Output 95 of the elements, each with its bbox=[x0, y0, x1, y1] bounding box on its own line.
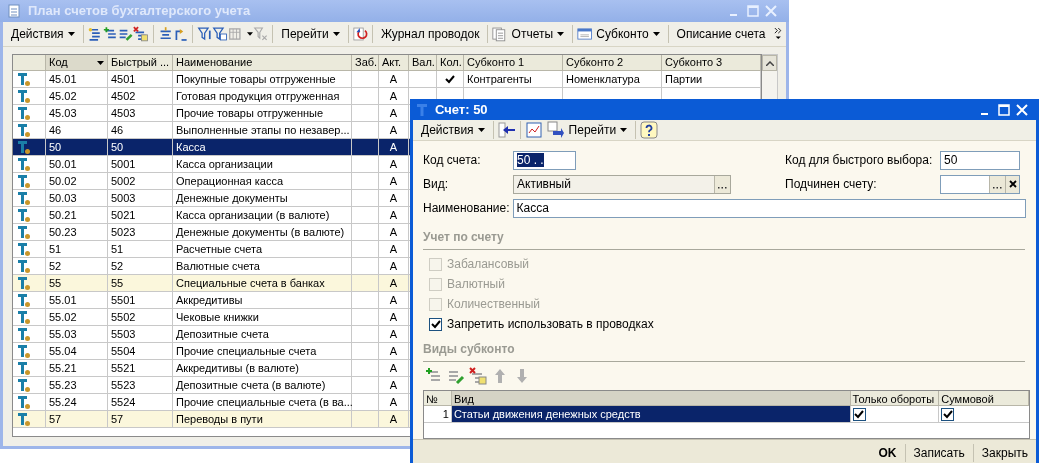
column-header[interactable]: Суммовой bbox=[939, 391, 1029, 406]
t-marker-icon bbox=[17, 292, 31, 308]
table-cell: А bbox=[379, 411, 409, 428]
t-marker-icon bbox=[417, 103, 427, 116]
field-label: Подчинен счету: bbox=[785, 176, 878, 193]
toolbar-menu-button[interactable]: Субконто bbox=[592, 24, 664, 44]
funnel-icon[interactable] bbox=[197, 25, 213, 43]
caret-icon bbox=[477, 128, 485, 132]
table-row[interactable]: 45.01 4501 Покупные товары отгруженные А Контрагенты Номенклатура Партии bbox=[13, 71, 761, 88]
caret-icon bbox=[557, 32, 565, 36]
column-header[interactable]: Субконто 2 bbox=[563, 55, 662, 71]
section-title: Учет по счету bbox=[423, 230, 504, 244]
ellipsis-icon[interactable] bbox=[993, 186, 1002, 189]
column-header[interactable]: Вал. bbox=[409, 55, 437, 71]
dialog-button[interactable]: Закрыть bbox=[973, 441, 1036, 463]
t-marker-icon bbox=[17, 309, 31, 325]
table-cell: 57 bbox=[46, 411, 108, 428]
dialog-button[interactable]: Записать bbox=[905, 441, 973, 463]
funnel-icon[interactable] bbox=[212, 25, 228, 43]
caret-icon bbox=[620, 128, 628, 132]
toolbar-menu-button[interactable]: Действия bbox=[417, 120, 489, 140]
toolbar-menu-button[interactable]: Перейти bbox=[564, 120, 632, 140]
toolbar-menu-button[interactable]: Перейти bbox=[277, 24, 344, 44]
t-marker-icon bbox=[17, 377, 31, 393]
caret-icon bbox=[67, 32, 75, 36]
t-marker-icon bbox=[17, 105, 31, 121]
t-marker-icon bbox=[17, 258, 31, 274]
table-cell: 1 bbox=[424, 406, 452, 422]
input-field[interactable] bbox=[940, 174, 1020, 194]
window-title: План счетов бухгалтерского учета bbox=[28, 2, 252, 21]
column-header[interactable]: Кол. bbox=[437, 55, 464, 71]
input-field[interactable]: Касса bbox=[512, 198, 1026, 218]
toolbar-menu-button[interactable]: Действия bbox=[7, 24, 79, 44]
checkbox[interactable] bbox=[852, 407, 866, 421]
t-marker-icon bbox=[17, 71, 31, 87]
checkbox[interactable] bbox=[941, 407, 955, 421]
column-header[interactable]: Только обороты bbox=[850, 391, 940, 406]
overflow-chevron-icon[interactable] bbox=[773, 26, 783, 42]
caret-icon bbox=[332, 32, 340, 36]
clear-icon[interactable] bbox=[1008, 180, 1017, 188]
arrow-left-icon[interactable] bbox=[497, 121, 516, 139]
list-icon[interactable] bbox=[87, 25, 103, 43]
column-header[interactable]: Акт. bbox=[379, 55, 409, 71]
t-marker-icon bbox=[17, 190, 31, 206]
check-mark-icon bbox=[430, 319, 441, 329]
check-mark-icon bbox=[854, 409, 865, 419]
field-label: Код для быстрого выбора: bbox=[785, 152, 934, 169]
t-marker-icon bbox=[17, 156, 31, 172]
t-marker-icon bbox=[17, 207, 31, 223]
document-icon[interactable] bbox=[524, 121, 543, 139]
toolbar-menu-button[interactable]: Описание счета bbox=[672, 24, 770, 44]
t-marker-icon bbox=[17, 275, 31, 291]
help-icon[interactable] bbox=[640, 121, 659, 139]
check-mark-icon bbox=[942, 409, 953, 419]
document-icon bbox=[8, 4, 20, 18]
window-icon[interactable] bbox=[576, 25, 593, 43]
t-marker-icon bbox=[17, 139, 31, 155]
t-marker-icon bbox=[17, 122, 31, 138]
t-marker-icon bbox=[17, 343, 31, 359]
scroll-up-icon[interactable] bbox=[765, 60, 774, 66]
column-header[interactable]: № bbox=[424, 391, 452, 406]
t-marker-icon bbox=[17, 241, 31, 257]
refresh-icon[interactable] bbox=[352, 25, 368, 43]
list-delete-icon[interactable] bbox=[133, 25, 149, 43]
column-header[interactable]: Вид bbox=[451, 391, 851, 406]
section-title: Виды субконто bbox=[423, 342, 515, 356]
swap-icon[interactable] bbox=[546, 121, 565, 139]
column-header[interactable]: Быстрый ... bbox=[108, 55, 173, 71]
t-marker-icon bbox=[17, 394, 31, 410]
toolbar-menu-button[interactable]: Журнал проводок bbox=[376, 24, 484, 44]
input-field[interactable]: 50 . . bbox=[513, 150, 576, 170]
column-header[interactable]: Наименование bbox=[173, 55, 352, 71]
ellipsis-icon[interactable] bbox=[718, 186, 727, 189]
field-label: Вид: bbox=[423, 176, 450, 193]
dialog-button[interactable]: OK bbox=[870, 441, 905, 463]
t-marker-icon bbox=[17, 360, 31, 376]
column-header[interactable]: Субконто 1 bbox=[464, 55, 563, 71]
list-delete-icon[interactable] bbox=[469, 367, 487, 385]
select-field[interactable]: Активный bbox=[513, 174, 731, 194]
sort-indicator-icon bbox=[97, 60, 104, 65]
t-marker-icon bbox=[17, 411, 31, 427]
table-cell: 57 bbox=[108, 411, 173, 428]
toolbar-menu-button[interactable]: Отчеты bbox=[507, 24, 569, 44]
column-header[interactable]: Заб. bbox=[352, 55, 379, 71]
table-cell: Переводы в пути bbox=[173, 411, 352, 428]
column-header[interactable]: Код bbox=[46, 55, 108, 71]
input-field[interactable]: 50 bbox=[940, 150, 1020, 170]
caret-icon bbox=[652, 32, 660, 36]
column-header[interactable]: Субконто 3 bbox=[662, 55, 761, 71]
t-marker-icon bbox=[17, 173, 31, 189]
table-cell[interactable]: Статьи движения денежных средств bbox=[451, 406, 851, 422]
caret-icon bbox=[247, 32, 254, 36]
t-marker-icon bbox=[17, 326, 31, 342]
t-marker-icon bbox=[17, 224, 31, 240]
t-marker-icon bbox=[17, 88, 31, 104]
